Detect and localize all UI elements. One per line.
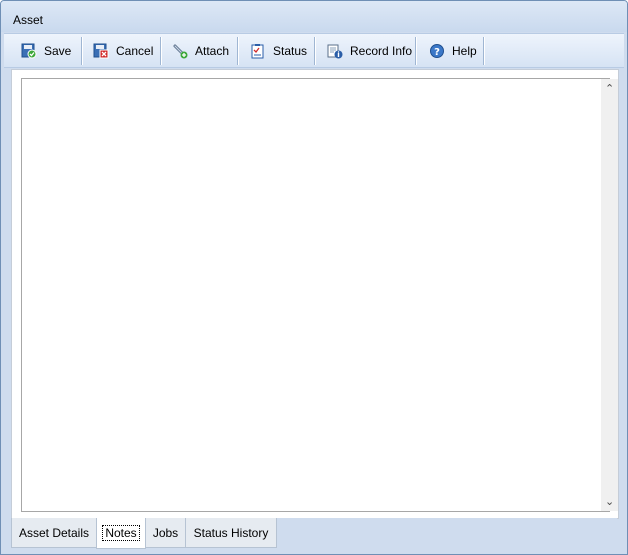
cancel-icon [93,43,109,59]
tab-label: Status History [193,525,269,540]
attach-button[interactable]: Attach [172,38,229,64]
toolbar-separator [81,37,83,65]
save-label: Save [44,44,72,58]
toolbar-separator [415,37,417,65]
tab-bar: Asset Details Notes Jobs Status History [11,518,617,549]
save-button[interactable]: Save [21,38,71,64]
record-info-label: Record Info [350,44,413,58]
scroll-up-icon[interactable]: ⌃ [605,83,614,94]
tab-label: Asset Details [18,525,90,540]
attach-icon [172,43,188,59]
cancel-label: Cancel [116,44,154,58]
notes-textarea[interactable] [21,78,610,512]
help-button[interactable]: ? Help [429,38,477,64]
svg-text:?: ? [434,47,440,58]
tab-jobs[interactable]: Jobs [145,518,186,548]
notes-panel: ⌃ ⌄ [11,69,619,519]
save-icon [21,43,37,59]
status-button[interactable]: Status [250,38,307,64]
tab-asset-details[interactable]: Asset Details [11,518,97,548]
scroll-down-icon[interactable]: ⌄ [605,496,614,507]
cancel-button[interactable]: Cancel [93,38,153,64]
tab-label: Jobs [152,525,179,540]
tab-label: Notes [102,525,140,541]
tab-notes[interactable]: Notes [96,518,146,549]
attach-label: Attach [195,44,230,58]
help-label: Help [452,44,477,58]
toolbar-separator [483,37,485,65]
record-info-icon [327,43,343,59]
asset-window: Asset Save Cancel Attach Status Record I… [0,0,628,555]
status-icon [250,43,266,59]
toolbar: Save Cancel Attach Status Record Info ? … [4,33,624,68]
toolbar-separator [160,37,162,65]
title-bar[interactable]: Asset [1,1,627,32]
record-info-button[interactable]: Record Info [327,38,412,64]
window-title: Asset [13,13,44,27]
status-label: Status [273,44,308,58]
tab-status-history[interactable]: Status History [185,518,277,548]
toolbar-separator [314,37,316,65]
notes-scrollbar[interactable]: ⌃ ⌄ [601,79,618,511]
toolbar-separator [237,37,239,65]
help-icon: ? [429,43,445,59]
